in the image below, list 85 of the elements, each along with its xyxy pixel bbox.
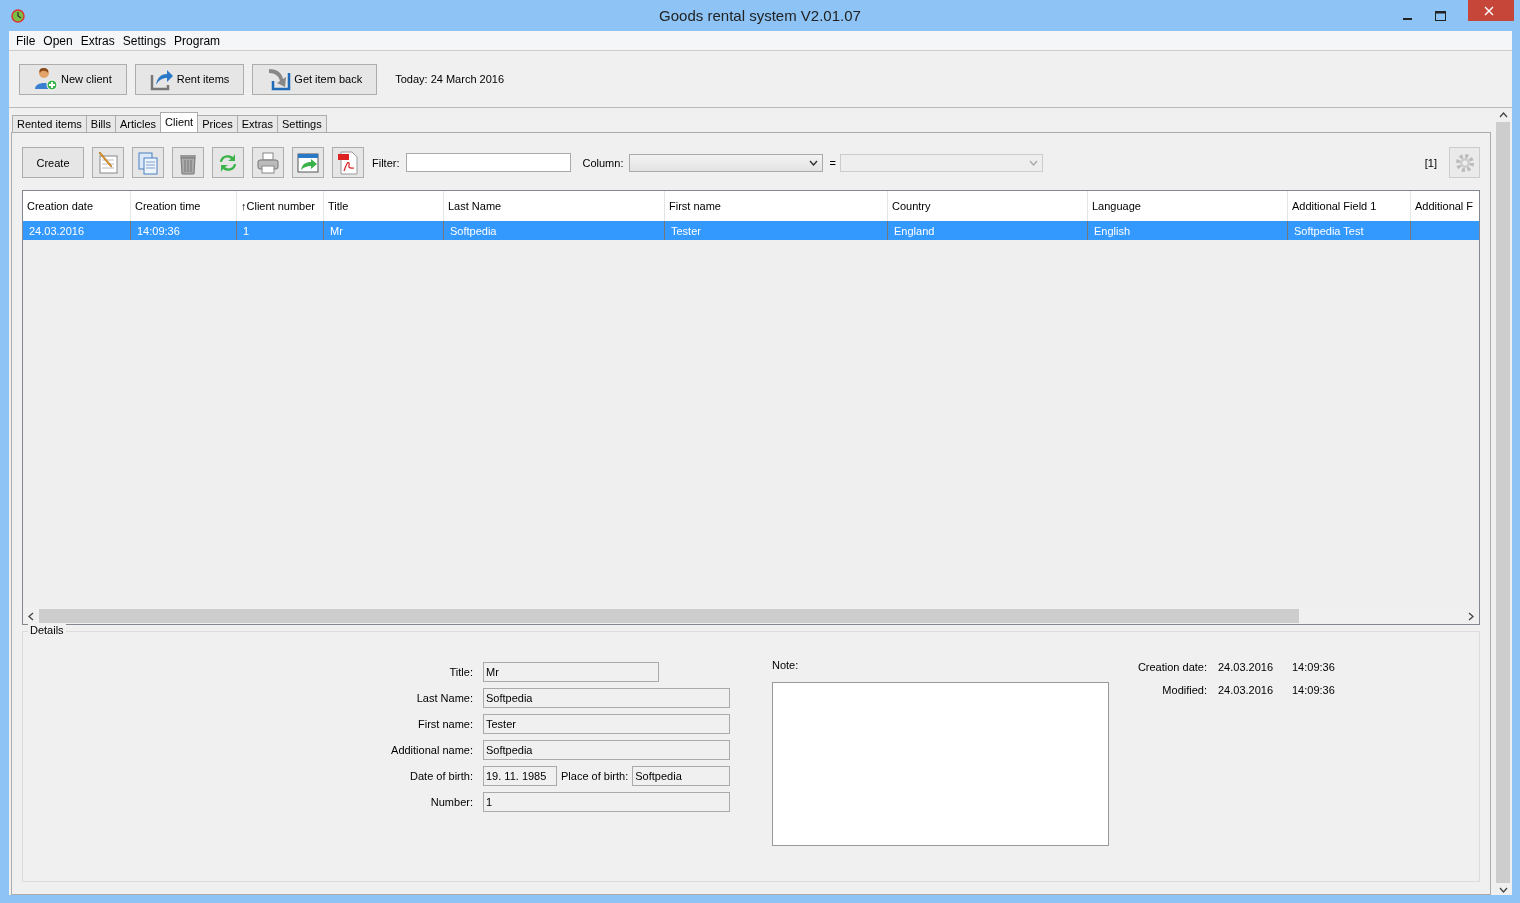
pdf-document-icon (336, 150, 360, 175)
delete-button[interactable] (172, 147, 204, 178)
field-label: First name: (417, 718, 474, 730)
scroll-right-icon[interactable] (1468, 611, 1474, 621)
stamp-time: 14:09:36 (1292, 683, 1335, 696)
toolbar-button[interactable]: New client (19, 63, 127, 95)
tab[interactable]: Bills (85, 115, 116, 132)
create-button[interactable]: Create (22, 147, 84, 178)
menu-item[interactable]: File (12, 33, 40, 48)
chevron-down-icon (1028, 159, 1038, 166)
table-cell: 1 (237, 221, 324, 240)
menu-item[interactable]: Settings (118, 33, 171, 48)
return-arrow-icon (267, 67, 292, 91)
window-title: Goods rental system V2.01.07 (659, 7, 861, 24)
notepad-pencil-icon (96, 150, 120, 175)
field-label: Last Name: (415, 692, 474, 704)
menu-item[interactable]: Open (39, 33, 77, 48)
table-cell: 24.03.2016 (23, 221, 131, 240)
field-label: Additional name: (390, 744, 474, 756)
note-label: Note: (772, 659, 800, 671)
scrollbar-thumb[interactable] (39, 609, 1299, 623)
text-field[interactable]: Softpedia (632, 766, 731, 786)
table-cell: English (1088, 221, 1288, 240)
tab[interactable]: Articles (115, 115, 162, 132)
settings-button[interactable] (1449, 147, 1480, 178)
equals-sign: = (829, 156, 836, 169)
refresh-button[interactable] (212, 147, 244, 178)
stamp-label: Creation date: (1136, 660, 1208, 673)
close-button[interactable] (1468, 0, 1514, 21)
print-button[interactable] (252, 147, 284, 178)
tab[interactable]: Client (160, 112, 199, 132)
today-date: Today: 24 March 2016 (395, 73, 505, 85)
text-field[interactable]: Mr (483, 662, 659, 682)
table-cell: 14:09:36 (131, 221, 237, 240)
tab[interactable]: Prices (197, 115, 238, 132)
filter-label: Filter: (372, 156, 400, 169)
menu-item[interactable]: Program (170, 33, 225, 48)
printer-icon (256, 150, 280, 175)
table-cell: Softpedia (444, 221, 665, 240)
note-field[interactable] (772, 682, 1109, 846)
column-header[interactable]: Additional F (1411, 191, 1479, 221)
filter-field[interactable] (405, 153, 571, 172)
value-dropdown[interactable] (839, 153, 1043, 172)
pdf-button[interactable] (332, 147, 364, 178)
scroll-left-icon[interactable] (28, 611, 34, 621)
stamp-date: 24.03.2016 (1218, 683, 1275, 696)
tab[interactable]: Settings (276, 115, 327, 132)
text-field[interactable]: 1 (483, 792, 730, 812)
field-label: Number: (429, 796, 474, 808)
table-cell: Tester (665, 221, 888, 240)
stamp-time: 14:09:36 (1292, 660, 1335, 673)
stamp-label: Modified: (1161, 683, 1208, 696)
table-cell: England (888, 221, 1088, 240)
menu-item[interactable]: Extras (76, 33, 119, 48)
date-field[interactable]: 19. 11. 1985 (483, 766, 557, 786)
documents-icon (136, 150, 160, 175)
toolbar-button[interactable]: Rent items (134, 63, 245, 95)
record-count: [1] (1424, 156, 1437, 169)
maximize-icon[interactable] (1435, 10, 1446, 21)
scroll-up-icon[interactable] (1498, 112, 1508, 118)
toolbar-button[interactable]: Get item back (252, 63, 378, 95)
column-label: Column: (582, 156, 624, 169)
copy-button[interactable] (132, 147, 164, 178)
close-icon (1484, 5, 1494, 16)
field-label: Place of birth: (560, 770, 630, 782)
group-title: Details (28, 624, 66, 636)
edit-button[interactable] (92, 147, 124, 178)
export-button[interactable] (292, 147, 324, 178)
clock-icon (11, 8, 25, 23)
stamp-date: 24.03.2016 (1218, 660, 1275, 673)
user-add-icon (34, 67, 58, 91)
field-label: Date of birth: (409, 770, 474, 782)
table-cell: Mr (324, 221, 444, 240)
text-field[interactable]: Softpedia (483, 740, 730, 760)
share-arrow-icon (149, 67, 174, 91)
tab[interactable]: Rented items (12, 115, 87, 132)
text-field[interactable]: Softpedia (483, 688, 730, 708)
scroll-down-icon[interactable] (1498, 887, 1508, 893)
chevron-down-icon (809, 159, 819, 166)
text-field[interactable]: Tester (483, 714, 730, 734)
field-label: Title: (448, 666, 474, 678)
settings-icon (1453, 151, 1476, 174)
column-dropdown[interactable] (629, 153, 824, 172)
table-cell: Softpedia Test (1288, 221, 1411, 240)
tab[interactable]: Extras (236, 115, 278, 132)
